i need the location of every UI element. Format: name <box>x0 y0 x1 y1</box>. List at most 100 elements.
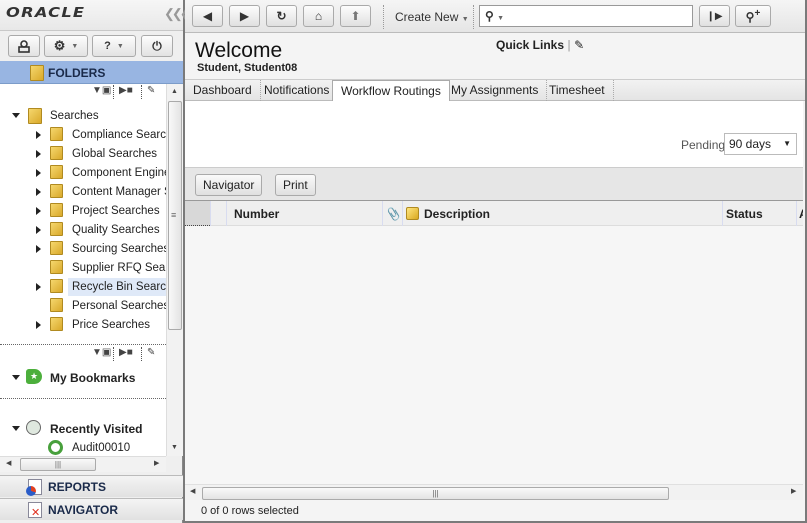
tree-item[interactable]: Quality Searches <box>0 221 166 239</box>
left-vertical-scrollbar[interactable]: ▲ ≡ ▼ <box>166 84 183 456</box>
tree-item-label: Component Engineering Searches <box>72 167 166 179</box>
select-all-cell[interactable] <box>185 201 210 226</box>
navigator-button[interactable]: Navigator <box>195 174 263 196</box>
settings-button[interactable]: ⚙ ▼ <box>44 35 88 57</box>
column-a[interactable]: A <box>796 201 803 226</box>
attachment-icon[interactable]: 📎 <box>382 201 402 226</box>
expand-arrow-icon[interactable] <box>36 283 41 291</box>
back-button[interactable]: ◀ <box>192 5 223 27</box>
separator <box>113 347 114 361</box>
logout-button[interactable]: ⏻ <box>141 35 173 57</box>
tab-notifications[interactable]: Notifications <box>256 80 339 101</box>
scroll-thumb[interactable]: ||| <box>20 458 96 471</box>
user-button[interactable] <box>8 35 40 57</box>
quick-links[interactable]: Quick Links | ✎ <box>496 38 584 52</box>
bookmarks-header[interactable]: ★ My Bookmarks <box>0 369 166 387</box>
pending-select[interactable]: 90 days ▼ <box>724 133 797 155</box>
column-description[interactable]: Description <box>422 201 723 226</box>
folder-icon <box>50 241 63 255</box>
folder-icon <box>50 222 63 236</box>
search-icon[interactable]: ⚲ <box>485 9 494 23</box>
tab-workflow-routings[interactable]: Workflow Routings <box>332 80 450 102</box>
reports-icon <box>26 479 42 496</box>
tree-item[interactable]: Sourcing Searches <box>0 240 166 258</box>
expand-arrow-icon[interactable] <box>36 188 41 196</box>
power-icon: ⏻ <box>152 38 162 53</box>
reports-nav[interactable]: REPORTS <box>0 475 183 497</box>
tree-item[interactable]: Recycle Bin Searches <box>0 278 166 296</box>
bookmark-icon: ★ <box>26 369 42 384</box>
home-button[interactable]: ⌂ <box>303 5 334 27</box>
quick-links-label: Quick Links <box>496 38 565 52</box>
table-horizontal-scrollbar[interactable]: ◀ ||| ▶ <box>185 484 803 500</box>
search-input[interactable]: ⚲ ▼ <box>479 5 693 27</box>
column-status[interactable]: Status <box>722 201 796 226</box>
left-horizontal-scrollbar[interactable]: ◀ ||| ▶ <box>0 456 166 472</box>
scroll-up-icon[interactable]: ▲ <box>171 88 178 95</box>
expand-arrow-icon[interactable] <box>36 226 41 234</box>
create-new-menu[interactable]: Create New ▼ <box>395 10 469 24</box>
tree-item[interactable]: Content Manager Searches <box>0 183 166 201</box>
column-number[interactable]: Number <box>226 201 382 226</box>
collapse-all-icon[interactable]: ▶■ <box>119 347 133 358</box>
scroll-thumb[interactable]: ||| <box>202 487 669 500</box>
navigator-nav[interactable]: ✕ NAVIGATOR <box>0 498 183 520</box>
tree-item[interactable]: Component Engineering Searches <box>0 164 166 182</box>
help-button[interactable]: ? ▼ <box>92 35 136 57</box>
tree-item-searches[interactable]: Searches <box>0 107 166 125</box>
expand-arrow-icon[interactable] <box>36 169 41 177</box>
scroll-thumb[interactable]: ≡ <box>168 101 182 330</box>
forward-icon: ▶ <box>239 9 250 23</box>
tree-item[interactable]: Supplier RFQ Searches <box>0 259 166 277</box>
reports-label: REPORTS <box>48 479 107 494</box>
bookmarks-title: My Bookmarks <box>50 371 136 385</box>
scroll-right-icon[interactable]: ▶ <box>791 487 796 495</box>
object-type-column[interactable] <box>402 201 422 226</box>
expand-arrow-icon[interactable] <box>36 321 41 329</box>
scroll-left-icon[interactable]: ◀ <box>190 487 195 495</box>
edit-icon[interactable]: ✎ <box>147 85 155 96</box>
collapse-all-icon[interactable]: ▶■ <box>119 85 133 96</box>
tree-item[interactable]: Compliance Searches <box>0 126 166 144</box>
folder-icon <box>50 165 63 179</box>
expand-arrow-icon[interactable] <box>12 113 20 118</box>
tree-item-label: Global Searches <box>72 148 158 160</box>
expand-arrow-icon[interactable] <box>36 207 41 215</box>
tab-timesheet[interactable]: Timesheet <box>541 80 614 101</box>
tree-item-label: Content Manager Searches <box>72 186 166 198</box>
refresh-button[interactable]: ↻ <box>266 5 297 27</box>
print-button[interactable]: Print <box>275 174 316 196</box>
expand-arrow-icon[interactable] <box>36 150 41 158</box>
recent-item[interactable]: Audit00010 <box>0 439 166 457</box>
forward-button[interactable]: ▶ <box>229 5 260 27</box>
recently-visited-header[interactable]: Recently Visited <box>0 420 166 438</box>
tab-my-assignments[interactable]: My Assignments <box>443 80 548 101</box>
create-new-label: Create New <box>395 10 459 24</box>
expand-arrow-icon[interactable] <box>12 426 20 431</box>
tree-item[interactable]: Project Searches <box>0 202 166 220</box>
expand-arrow-icon[interactable] <box>36 131 41 139</box>
up-button[interactable]: ⬆ <box>340 5 371 27</box>
expand-all-icon[interactable]: ▼▣ <box>92 347 111 358</box>
expand-arrow-icon[interactable] <box>36 245 41 253</box>
folders-header[interactable]: FOLDERS <box>0 61 183 84</box>
tab-dashboard[interactable]: Dashboard <box>185 80 261 101</box>
scroll-down-icon[interactable]: ▼ <box>171 444 178 451</box>
go-button[interactable]: ❙▶ <box>699 5 730 27</box>
advanced-search-button[interactable]: ⚲+ <box>735 5 771 27</box>
edit-icon[interactable]: ✎ <box>147 347 155 358</box>
edit-icon[interactable]: ✎ <box>574 38 584 52</box>
tree-item[interactable]: Price Searches <box>0 316 166 334</box>
navigator-icon: ✕ <box>28 502 42 519</box>
scroll-left-icon[interactable]: ◀ <box>6 459 11 467</box>
bookmarks-section: ▼▣ ▶■ ✎ ★ My Bookmarks Recently Visited … <box>0 344 166 456</box>
expand-all-icon[interactable]: ▼▣ <box>92 85 111 96</box>
tree-item[interactable]: Global Searches <box>0 145 166 163</box>
tree-item[interactable]: Personal Searches <box>0 297 166 315</box>
help-icon: ? <box>104 40 111 52</box>
expand-arrow-icon[interactable] <box>12 375 20 380</box>
tree-item-label: Project Searches <box>72 205 160 217</box>
go-arrow-icon: ❙▶ <box>706 10 723 22</box>
tree-item-label: Recycle Bin Searches <box>68 278 166 296</box>
scroll-right-icon[interactable]: ▶ <box>154 459 159 467</box>
